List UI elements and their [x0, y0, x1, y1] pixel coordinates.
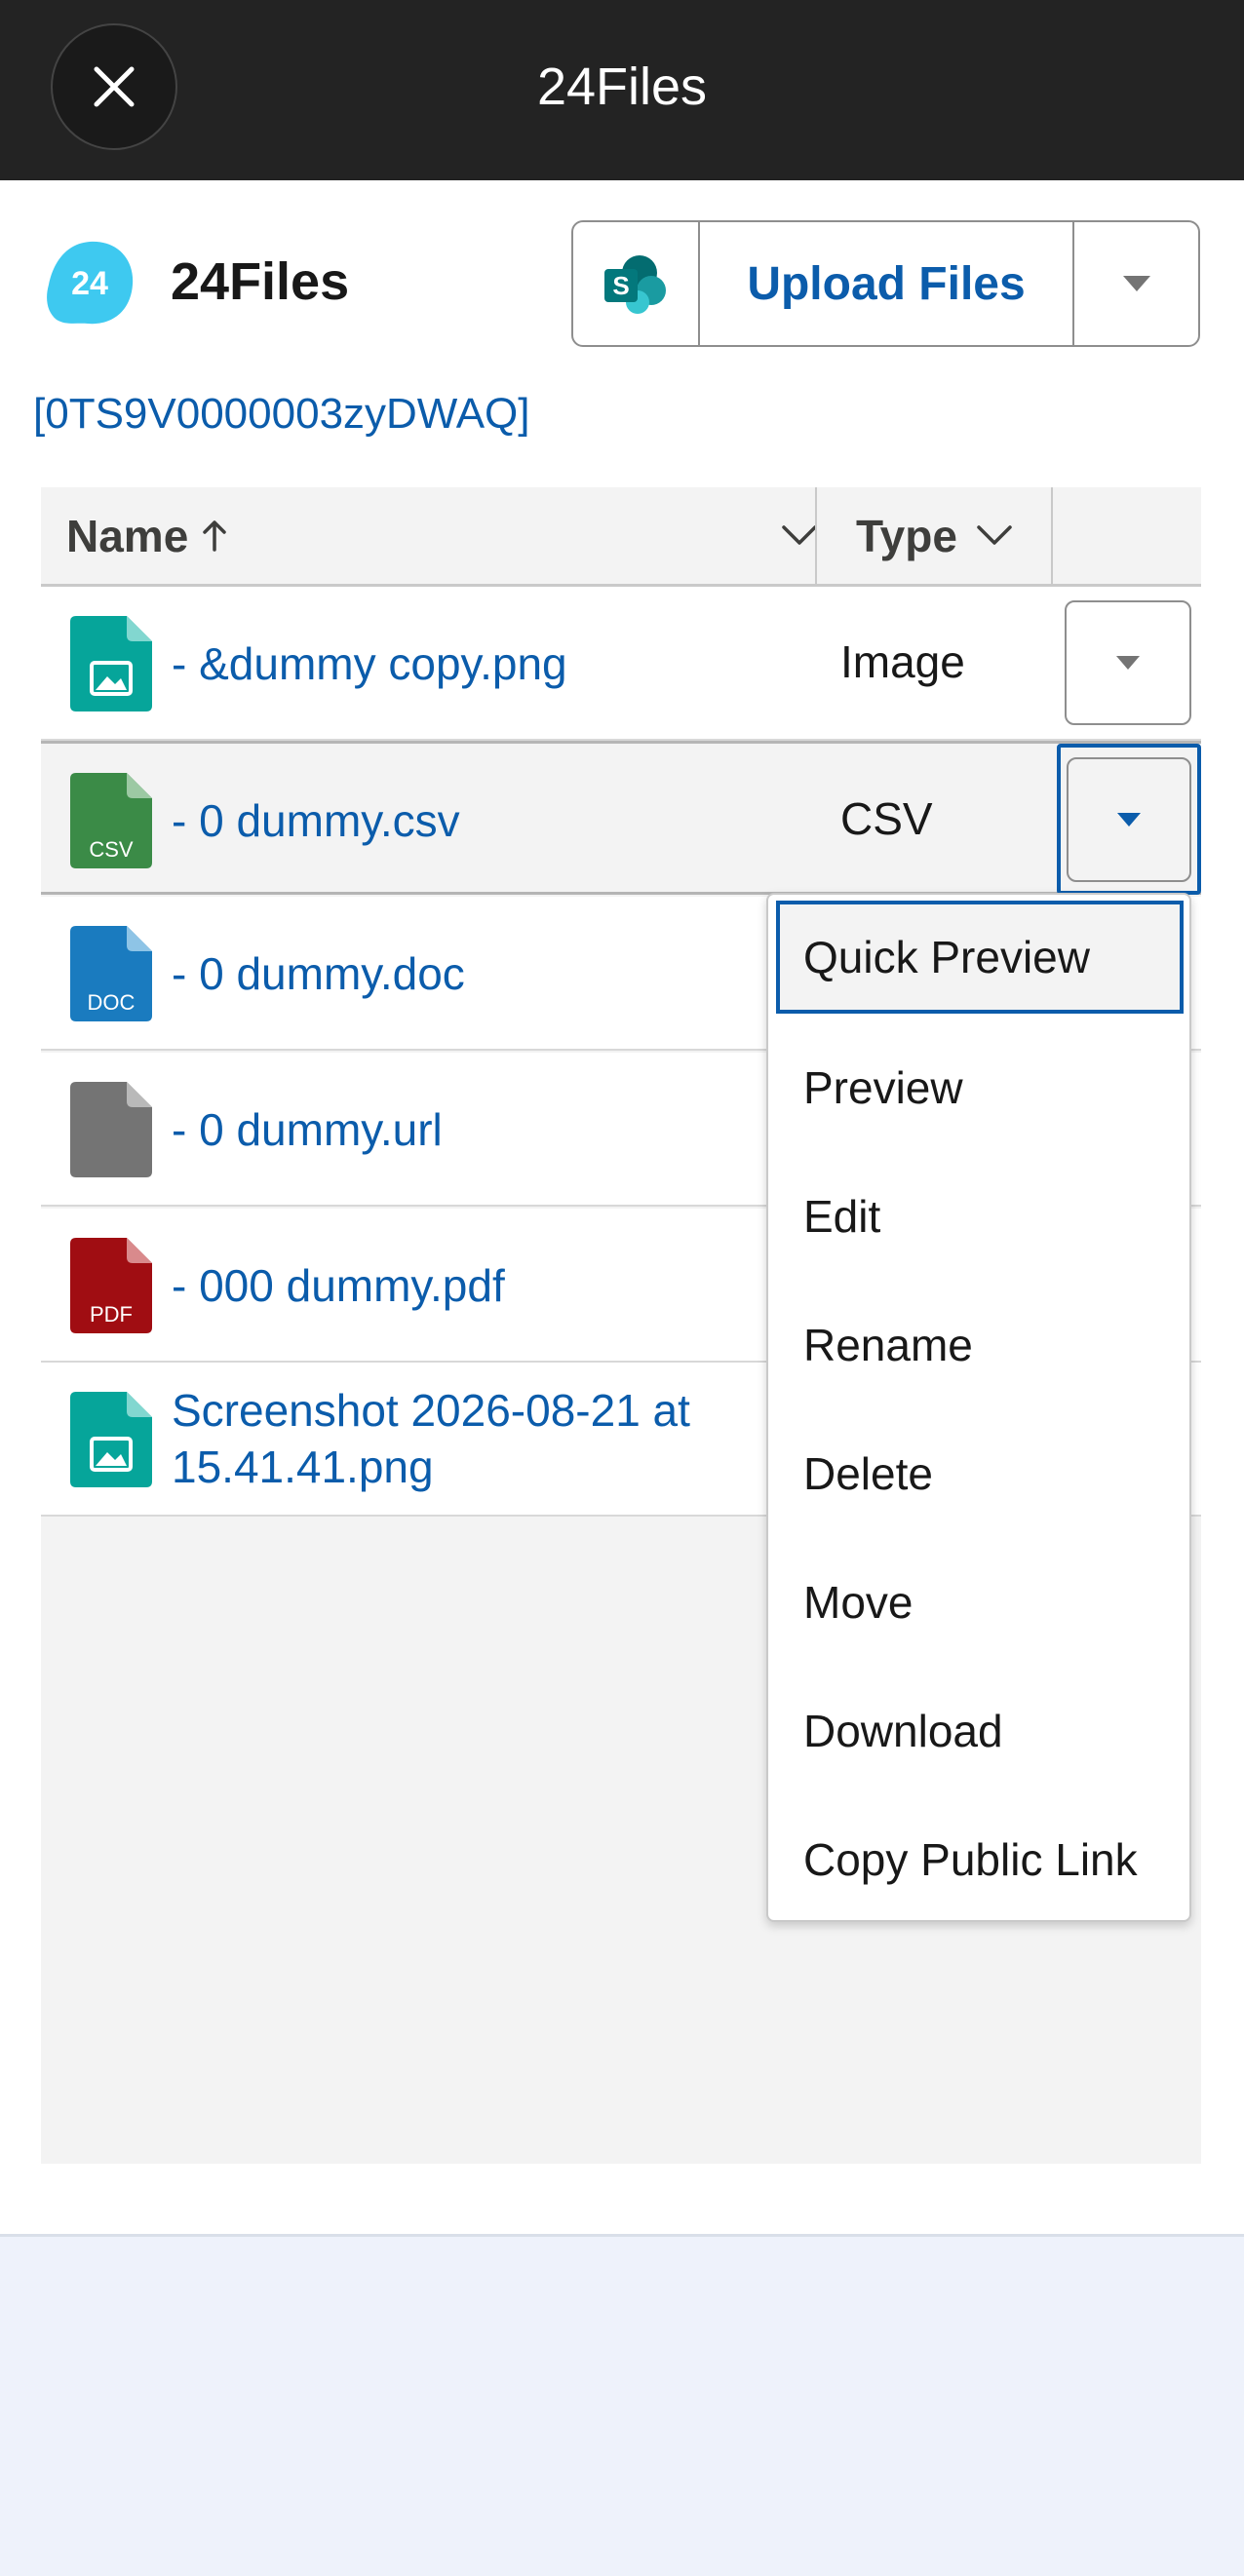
sort-ascending-icon — [203, 519, 227, 552]
file-type: Image — [840, 636, 965, 687]
chevron-down-icon — [1117, 812, 1141, 827]
chevron-down-icon[interactable] — [975, 523, 1014, 549]
table-row[interactable]: - &dummy copy.png Image — [41, 587, 1201, 741]
file-name-link[interactable]: - 0 dummy.url — [172, 1101, 776, 1158]
upload-menu-button[interactable] — [1074, 222, 1198, 345]
logo-text: 24 — [71, 265, 108, 302]
sharepoint-icon: S — [604, 255, 666, 314]
file-name-link[interactable]: Screenshot 2026-08-21 at 15.41.41.png — [172, 1382, 796, 1499]
app-logo: 24 — [47, 241, 134, 325]
upload-button-group: S Upload Files — [571, 220, 1200, 347]
file-badge: CSV — [89, 837, 134, 862]
column-label: Type — [856, 510, 957, 561]
file-badge: DOC — [88, 990, 136, 1015]
menu-item-delete[interactable]: Delete — [768, 1409, 1189, 1538]
record-id-link[interactable]: [0TS9V0000003zyDWAQ] — [33, 390, 530, 439]
row-actions-button[interactable] — [1065, 600, 1191, 725]
menu-item-preview[interactable]: Preview — [768, 1023, 1189, 1152]
file-badge: PDF — [90, 1302, 133, 1326]
menu-item-rename[interactable]: Rename — [768, 1281, 1189, 1409]
row-actions-button[interactable] — [1057, 744, 1201, 895]
table-row[interactable]: CSV - 0 dummy.csv CSV — [41, 741, 1201, 895]
chevron-down-icon[interactable] — [780, 523, 819, 549]
menu-item-edit[interactable]: Edit — [768, 1152, 1189, 1281]
menu-item-quick-preview[interactable]: Quick Preview — [776, 901, 1184, 1014]
row-actions-menu: Quick Preview Preview Edit Rename Delete… — [766, 893, 1191, 1922]
upload-files-button[interactable]: Upload Files — [700, 222, 1074, 345]
menu-item-download[interactable]: Download — [768, 1667, 1189, 1795]
file-name-link[interactable]: - 0 dummy.csv — [172, 792, 776, 849]
image-file-icon — [70, 1392, 152, 1487]
menu-item-move[interactable]: Move — [768, 1538, 1189, 1667]
file-name-link[interactable]: - 000 dummy.pdf — [172, 1257, 776, 1314]
column-label: Name — [66, 510, 189, 561]
file-name-link[interactable]: - 0 dummy.doc — [172, 945, 776, 1002]
csv-file-icon: CSV — [70, 773, 152, 868]
sharepoint-button[interactable]: S — [573, 222, 700, 345]
table-header: Name Type — [41, 487, 1201, 587]
column-header-type[interactable]: Type — [815, 487, 1049, 584]
row-actions-inner — [1067, 756, 1191, 882]
modal-title: 24Files — [536, 58, 708, 116]
modal-header: 24Files — [0, 0, 1244, 180]
chevron-down-icon — [1122, 276, 1150, 291]
pdf-file-icon: PDF — [70, 1238, 152, 1333]
generic-file-icon — [70, 1082, 152, 1177]
chevron-down-icon — [1116, 656, 1140, 670]
image-file-icon — [70, 616, 152, 711]
column-header-name[interactable]: Name — [66, 487, 836, 584]
file-name-link[interactable]: - &dummy copy.png — [172, 635, 776, 692]
doc-file-icon: DOC — [70, 926, 152, 1021]
file-type: CSV — [840, 793, 933, 844]
menu-item-copy-public-link[interactable]: Copy Public Link — [768, 1795, 1189, 1924]
column-divider[interactable] — [1051, 487, 1053, 584]
sharepoint-letter: S — [612, 271, 629, 300]
app-name: 24Files — [171, 252, 350, 311]
